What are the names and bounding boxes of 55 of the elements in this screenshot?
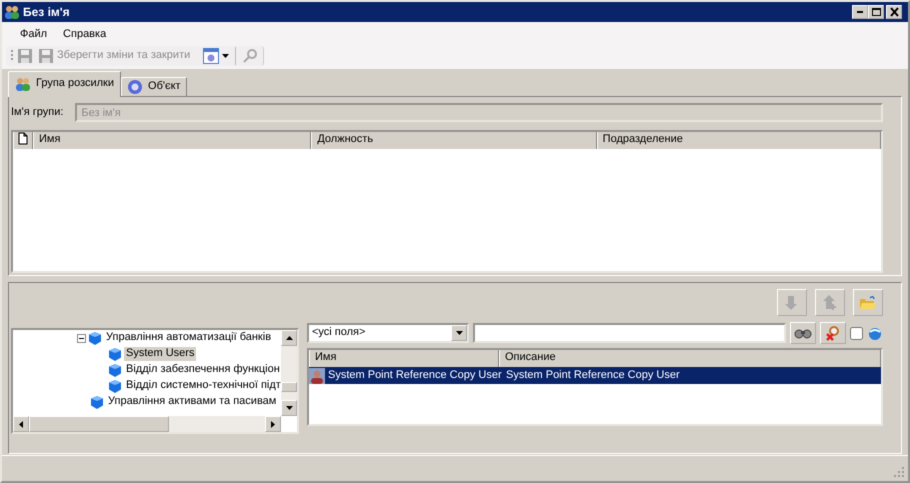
field-selector[interactable]: <усі поля> — [307, 323, 469, 343]
table-cell-text: System Point Reference Copy User — [327, 368, 503, 382]
clear-search-icon — [825, 325, 841, 341]
column-header[interactable]: Имя — [33, 132, 312, 149]
scroll-thumb[interactable] — [281, 382, 297, 392]
tree-item[interactable]: System Users — [124, 347, 196, 361]
result-row[interactable]: System Point Reference Copy User System Point Reference Copy User — [309, 367, 881, 384]
resize-grip-icon — [894, 467, 904, 477]
close-icon — [888, 7, 900, 17]
column-header[interactable]: Должность — [311, 132, 597, 149]
dropdown-button[interactable] — [202, 47, 230, 65]
horizontal-scrollbar[interactable] — [13, 416, 281, 432]
cube-icon — [108, 378, 122, 394]
people-icon — [15, 76, 31, 92]
cube-icon — [88, 330, 102, 346]
globe-icon — [867, 326, 883, 340]
left-caret-icon — [19, 420, 23, 428]
caret-icon — [222, 54, 230, 58]
minimize-icon — [857, 11, 863, 13]
cube-icon — [108, 346, 122, 362]
clear-search-button[interactable] — [820, 322, 846, 344]
caret-icon — [456, 331, 462, 335]
user-avatar-icon — [309, 368, 325, 384]
scroll-thumb[interactable] — [29, 416, 169, 432]
vertical-scrollbar[interactable] — [281, 330, 297, 416]
table-cell-text: System Point Reference Copy User — [505, 368, 681, 382]
maximize-icon — [870, 7, 882, 17]
tree-item[interactable]: Відділ системно-технічної підт — [124, 379, 283, 393]
cube-icon — [108, 362, 122, 378]
search-field[interactable] — [473, 323, 786, 343]
column-header[interactable]: Подразделение — [596, 132, 881, 149]
up-caret-icon — [286, 336, 292, 340]
cube-icon — [90, 394, 104, 410]
window-title: Без ім'я — [23, 4, 71, 20]
tree-item[interactable]: Відділ забезпечення функціон — [124, 363, 282, 377]
menu-item[interactable]: Справка — [55, 26, 114, 44]
tab[interactable]: Група розсилки — [8, 71, 122, 97]
close-button[interactable] — [886, 5, 902, 19]
binoculars-icon — [794, 327, 812, 339]
find-button[interactable] — [790, 322, 816, 344]
open-button[interactable] — [853, 289, 883, 316]
field-label: Ім'я групи: — [11, 106, 64, 120]
folder-icon — [859, 294, 877, 311]
expander-icon[interactable] — [77, 334, 86, 342]
minimize-button[interactable] — [852, 5, 868, 19]
people-icon — [4, 4, 20, 20]
up-arrow-icon — [821, 294, 839, 311]
tab[interactable]: Об'єкт — [121, 77, 187, 96]
tree-item[interactable]: Управління активами та пасивам — [106, 395, 278, 409]
down-caret-icon — [286, 406, 292, 410]
right-caret-icon — [271, 420, 275, 428]
whole-word-checkbox[interactable] — [850, 326, 863, 340]
tree-item[interactable]: Управління автоматизації банків — [104, 331, 274, 345]
maximize-button[interactable] — [868, 5, 884, 19]
menu-item[interactable]: Файл — [12, 26, 56, 44]
